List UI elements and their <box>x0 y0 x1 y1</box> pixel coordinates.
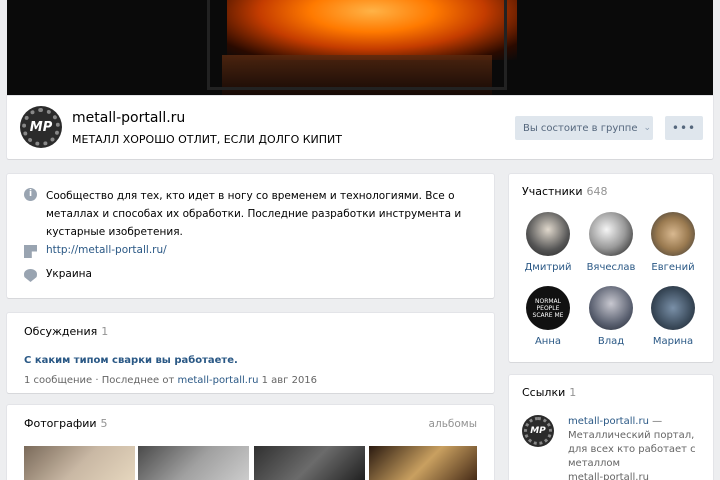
info-icon: i <box>24 188 37 201</box>
location-pin-icon <box>24 269 37 282</box>
photos-title[interactable]: Фотографии 5 <box>24 417 108 430</box>
site-link[interactable]: http://metall-portall.ru/ <box>46 244 167 256</box>
member-item[interactable]: Влад <box>581 286 641 347</box>
group-avatar[interactable]: МР <box>20 106 62 148</box>
member-item[interactable]: Марина <box>643 286 703 347</box>
links-card: Ссылки 1 МР metall-portall.ru — Металличе… <box>509 375 713 480</box>
gear-logo-icon: МР <box>22 108 60 146</box>
member-avatar[interactable] <box>651 212 695 256</box>
discussion-meta: 1 сообщение · Последнее от metall-portal… <box>24 375 317 386</box>
discussions-card: Обсуждения 1 С каким типом сварки вы рабо… <box>7 313 494 393</box>
membership-button-label: Вы состоите в группе <box>523 122 638 134</box>
links-count: 1 <box>569 386 577 399</box>
photo-thumbnail[interactable] <box>254 446 365 480</box>
link-flag-icon <box>24 245 37 258</box>
cover-furnace-frame <box>207 0 507 90</box>
member-item[interactable]: NORMAL PEOPLE SCARE ME Анна <box>518 286 578 347</box>
discussion-author-link[interactable]: metall-portall.ru <box>177 375 258 386</box>
cover-image <box>7 0 713 96</box>
description-row: i Сообщество для тех, кто идет в ногу со… <box>24 187 464 241</box>
photos-title-label: Фотографии <box>24 417 97 430</box>
member-avatar[interactable] <box>526 212 570 256</box>
membership-button[interactable]: Вы состоите в группе ⌄ <box>515 116 653 140</box>
link-logo[interactable]: МР <box>522 415 554 447</box>
member-item[interactable]: Евгений <box>643 212 703 273</box>
discussion-meta-prefix: 1 сообщение · Последнее от <box>24 375 178 386</box>
info-card: i Сообщество для тех, кто идет в ногу со… <box>7 174 494 298</box>
group-header: МР metall-portall.ru МЕТАЛЛ ХОРОШО ОТЛИТ… <box>7 96 713 159</box>
member-avatar[interactable] <box>589 212 633 256</box>
members-title[interactable]: Участники 648 <box>522 185 608 198</box>
photo-thumbnail[interactable] <box>369 446 477 480</box>
member-avatar[interactable] <box>589 286 633 330</box>
members-card: Участники 648 Дмитрий Вячеслав Евгений NO… <box>509 174 713 362</box>
member-name[interactable]: Вячеслав <box>581 262 641 273</box>
discussion-date: 1 авг 2016 <box>258 375 318 386</box>
discussions-title-label: Обсуждения <box>24 325 98 338</box>
link-item-url: metall-portall.ru <box>568 472 649 480</box>
links-title[interactable]: Ссылки 1 <box>522 386 576 399</box>
gear-logo-icon: МР <box>524 417 552 445</box>
member-name[interactable]: Марина <box>643 336 703 347</box>
member-item[interactable]: Вячеслав <box>581 212 641 273</box>
member-avatar[interactable] <box>651 286 695 330</box>
photos-count: 5 <box>100 417 108 430</box>
members-count: 648 <box>586 185 608 198</box>
country-name: Украина <box>46 268 92 280</box>
link-item: metall-portall.ru — Металлический портал… <box>568 415 708 480</box>
photo-thumbnail[interactable] <box>138 446 249 480</box>
more-actions-button[interactable]: ••• <box>665 116 703 140</box>
link-item-name[interactable]: metall-portall.ru <box>568 416 649 427</box>
photos-card: Фотографии 5 альбомы <box>7 405 494 480</box>
members-title-label: Участники <box>522 185 583 198</box>
albums-link[interactable]: альбомы <box>429 418 477 430</box>
discussion-topic-link[interactable]: С каким типом сварки вы работаете. <box>24 355 238 366</box>
discussions-count: 1 <box>101 325 109 338</box>
group-name: metall-portall.ru <box>72 110 186 126</box>
links-title-label: Ссылки <box>522 386 566 399</box>
site-row[interactable]: http://metall-portall.ru/ <box>24 244 167 258</box>
member-item[interactable]: Дмитрий <box>518 212 578 273</box>
chevron-down-icon: ⌄ <box>643 123 652 133</box>
country-row: Украина <box>24 268 92 282</box>
member-name[interactable]: Анна <box>518 336 578 347</box>
discussions-title[interactable]: Обсуждения 1 <box>24 325 108 338</box>
photo-thumbnail[interactable] <box>24 446 135 480</box>
member-avatar[interactable]: NORMAL PEOPLE SCARE ME <box>526 286 570 330</box>
member-name[interactable]: Евгений <box>643 262 703 273</box>
member-name[interactable]: Дмитрий <box>518 262 578 273</box>
group-status: МЕТАЛЛ ХОРОШО ОТЛИТ, ЕСЛИ ДОЛГО КИПИТ <box>72 133 342 146</box>
member-name[interactable]: Влад <box>581 336 641 347</box>
group-description: Сообщество для тех, кто идет в ногу со в… <box>46 190 462 238</box>
